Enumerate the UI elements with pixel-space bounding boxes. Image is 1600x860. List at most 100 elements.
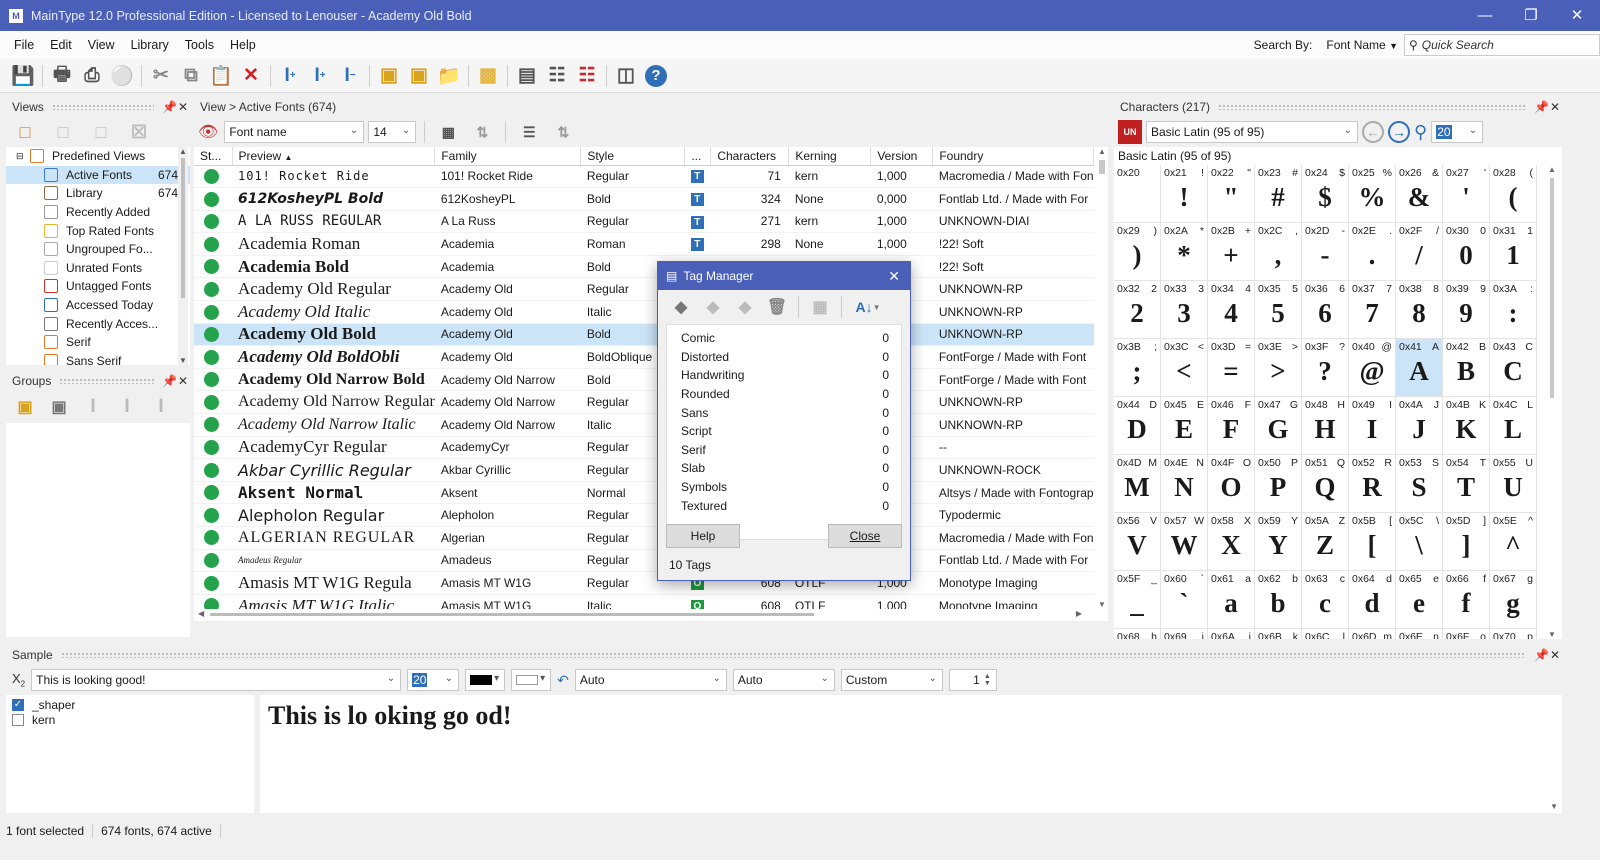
table-row[interactable]: Academy Old Bold Academy Old Bold UNKNOWN-R… bbox=[194, 323, 1094, 347]
char-cell[interactable]: 0x3B;; bbox=[1114, 339, 1161, 397]
tag-manager-close-icon[interactable]: ✕ bbox=[888, 268, 900, 285]
char-cell[interactable]: 0x5D]] bbox=[1443, 513, 1490, 571]
close-window-button[interactable]: ✕ bbox=[1554, 0, 1600, 31]
char-cell[interactable]: 0x2E.. bbox=[1349, 223, 1396, 281]
char-size-dropdown[interactable]: 20 ⌄ bbox=[1431, 121, 1484, 143]
active-status-icon[interactable] bbox=[204, 191, 219, 207]
char-cell[interactable]: 0x2B + + bbox=[1208, 223, 1255, 281]
package-icon[interactable]: ▩ bbox=[473, 62, 503, 90]
char-cell[interactable]: 0x66 f f bbox=[1443, 571, 1490, 629]
char-cell[interactable]: 0x26 & & bbox=[1396, 165, 1443, 223]
new-group-icon[interactable]: ▣ bbox=[44, 393, 74, 421]
char-cell[interactable]: 0x33 3 3 bbox=[1161, 281, 1208, 339]
sort-az-icon[interactable]: ⇅ bbox=[548, 118, 578, 146]
char-cell[interactable]: 0x2C,, bbox=[1255, 223, 1302, 281]
zoom-icon[interactable]: ⚲ bbox=[1414, 122, 1427, 143]
table-row[interactable]: Academia Roman Academia Roman T 298 None 1,000… bbox=[194, 232, 1094, 256]
active-status-icon[interactable] bbox=[204, 417, 219, 433]
char-cell[interactable]: 0x4C L L bbox=[1490, 397, 1537, 455]
active-status-icon[interactable] bbox=[204, 440, 219, 456]
tag-item[interactable]: Rounded 0 bbox=[667, 385, 901, 404]
char-cell[interactable]: 0x68hh bbox=[1114, 629, 1161, 639]
menu-edit[interactable]: Edit bbox=[42, 38, 80, 52]
menu-library[interactable]: Library bbox=[123, 38, 177, 52]
char-cell[interactable]: 0x51 Q Q bbox=[1302, 455, 1349, 513]
char-cell[interactable]: 0x5B [[ bbox=[1349, 513, 1396, 571]
table-row[interactable]: ALGERIAN REGULAR Algerian Regular Macromedi… bbox=[194, 526, 1094, 550]
view-item[interactable]: Ungrouped Fo... bbox=[6, 240, 190, 259]
char-cell[interactable]: 0x69ii bbox=[1161, 629, 1208, 639]
char-cell[interactable]: 0x6Ajj bbox=[1208, 629, 1255, 639]
char-cell[interactable]: 0x27 ' ' bbox=[1443, 165, 1490, 223]
checkbox[interactable] bbox=[12, 713, 24, 726]
char-vscroll[interactable]: ▲ ▼ bbox=[1546, 165, 1558, 639]
add-column-icon[interactable]: ☰ bbox=[514, 118, 544, 146]
copy-icon[interactable]: ⧉ bbox=[176, 62, 206, 90]
col-type[interactable]: ... bbox=[684, 147, 712, 166]
table-row[interactable]: 612KosheyPL Bold 612KosheyPL Bold T 324 None 0… bbox=[194, 187, 1094, 211]
table-row[interactable]: Academy Old BoldObli Academy Old BoldObliq… bbox=[194, 345, 1094, 369]
char-cell[interactable]: 0x23 # # bbox=[1255, 165, 1302, 223]
char-cell[interactable]: 0x50 P P bbox=[1255, 455, 1302, 513]
char-cell[interactable]: 0x54 T T bbox=[1443, 455, 1490, 513]
table-row[interactable]: Akbar Cyrillic Regular Akbar Cyrillic Regu… bbox=[194, 458, 1094, 482]
pin-icon[interactable]: 📌 bbox=[162, 100, 177, 114]
close-panel-icon[interactable]: ✕ bbox=[1548, 100, 1562, 114]
active-status-icon[interactable] bbox=[204, 349, 219, 365]
char-cell[interactable]: 0x2A * * bbox=[1161, 223, 1208, 281]
menu-view[interactable]: View bbox=[80, 38, 123, 52]
install-group-icon[interactable]: I bbox=[78, 393, 108, 421]
restore-button[interactable]: ❐ bbox=[1508, 0, 1554, 31]
char-cell[interactable]: 0x52 R R bbox=[1349, 455, 1396, 513]
char-cell[interactable]: 0x34 4 4 bbox=[1208, 281, 1255, 339]
col-kerning[interactable]: Kerning bbox=[788, 147, 872, 166]
table-row[interactable]: 101! Rocket Ride 101! Rocket Ride Regular T… bbox=[194, 165, 1094, 189]
spin-field[interactable]: 1 ▲ ▼ bbox=[948, 669, 997, 691]
table-row[interactable]: Academy Old Narrow Regular Academy Old Na… bbox=[194, 390, 1094, 415]
add-group-icon[interactable]: ▣ bbox=[10, 393, 40, 421]
char-cell[interactable]: 0x62 b b bbox=[1255, 571, 1302, 629]
preview-type-dropdown[interactable]: Font name ⌄ bbox=[224, 121, 365, 143]
char-cell[interactable]: 0x6Enn bbox=[1396, 629, 1443, 639]
tag-item[interactable]: Handwriting 0 bbox=[667, 366, 901, 385]
sample-scroll-down[interactable]: ▼ bbox=[1550, 802, 1558, 811]
char-cell[interactable]: 0x29)) bbox=[1114, 223, 1161, 281]
char-cell[interactable]: 0x22 " " bbox=[1208, 165, 1255, 223]
char-cell[interactable]: 0x2F / / bbox=[1396, 223, 1443, 281]
back-icon[interactable]: ← bbox=[1362, 121, 1384, 143]
char-cell[interactable]: 0x42 B B bbox=[1443, 339, 1490, 397]
char-cell[interactable]: 0x24 $ $ bbox=[1302, 165, 1349, 223]
table-row[interactable]: Academy Old Narrow Bold Academy Old Narro… bbox=[194, 368, 1094, 392]
cut-icon[interactable]: ✂ bbox=[146, 62, 176, 90]
table-row[interactable]: Amasis MT W1G Regula Amasis MT W1G Regular… bbox=[194, 571, 1094, 595]
sample-text-input[interactable]: This is looking good! ⌄ bbox=[31, 669, 402, 691]
char-cell[interactable]: 0x49 I I bbox=[1349, 397, 1396, 455]
active-status-icon[interactable] bbox=[204, 553, 219, 569]
print-preview-icon[interactable]: 🖶 bbox=[47, 62, 77, 90]
char-cell[interactable]: 0x63 c c bbox=[1302, 571, 1349, 629]
active-status-icon[interactable] bbox=[204, 507, 219, 523]
char-cell[interactable]: 0x4B K K bbox=[1443, 397, 1490, 455]
delete-icon[interactable]: ✕ bbox=[236, 62, 266, 90]
close-panel-icon[interactable]: ✕ bbox=[176, 374, 190, 388]
sample-size-dropdown[interactable]: 20 ⌄ bbox=[407, 669, 460, 691]
sort-icon[interactable]: ⇅ bbox=[467, 118, 497, 146]
script-dropdown[interactable]: Auto ⌄ bbox=[574, 669, 727, 691]
table-row[interactable]: AcademyCyr Regular AcademyCyr Regular -- bbox=[194, 436, 1094, 460]
preview-visibility-icon[interactable]: 👁 bbox=[198, 122, 218, 142]
web-icon[interactable]: ⚪ bbox=[107, 62, 137, 90]
char-cell[interactable]: 0x20 bbox=[1114, 165, 1161, 223]
char-cell[interactable]: 0x48 H H bbox=[1302, 397, 1349, 455]
table-row[interactable]: Academia Bold Academia Bold !22! Soft bbox=[194, 255, 1094, 279]
help-icon[interactable]: ? bbox=[641, 62, 671, 90]
char-cell[interactable]: 0x5C \ \ bbox=[1396, 513, 1443, 571]
minimize-button[interactable]: — bbox=[1462, 0, 1508, 31]
col-status[interactable]: St... bbox=[194, 147, 233, 166]
columns-icon[interactable]: ▦ bbox=[433, 118, 463, 146]
char-cell[interactable]: 0x4F O O bbox=[1208, 455, 1255, 513]
char-cell[interactable]: 0x38 8 8 bbox=[1396, 281, 1443, 339]
table-row[interactable]: Alepholon Regular Alepholon Regular Typoder… bbox=[194, 503, 1094, 527]
view-item[interactable]: Accessed Today bbox=[6, 296, 190, 315]
remove-report-icon[interactable]: ☷ bbox=[572, 62, 602, 90]
table-row[interactable]: Amadeus Regular Amadeus Regular Fontlab Ltd… bbox=[194, 549, 1094, 573]
